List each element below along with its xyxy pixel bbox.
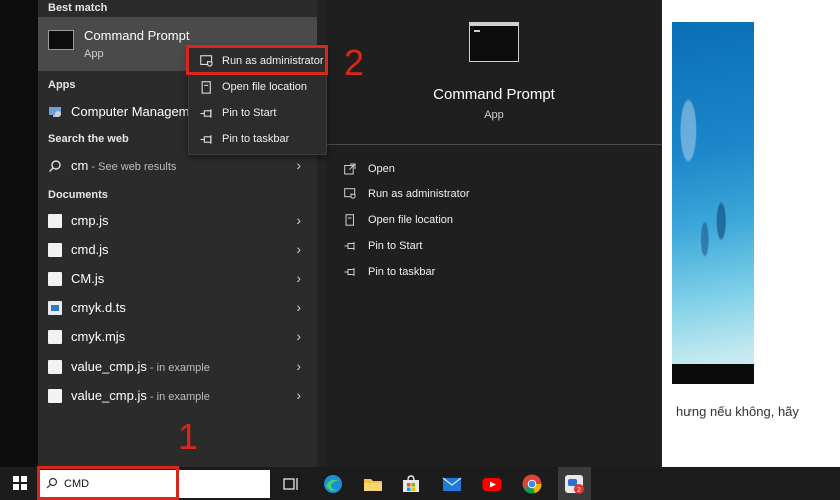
detail-subtitle: App	[484, 109, 504, 121]
best-match-title: Command Prompt	[84, 28, 190, 43]
zalo-app-icon[interactable]: 2	[563, 473, 585, 495]
chevron-right-icon: ›	[296, 387, 301, 403]
command-prompt-large-icon	[469, 22, 519, 62]
pin-icon	[344, 242, 355, 250]
document-item[interactable]: value_cmp.js - in example ›	[38, 382, 317, 410]
task-view-icon[interactable]	[280, 473, 302, 495]
computer-management-icon	[49, 107, 61, 117]
file-location-icon	[201, 81, 211, 94]
file-location-icon	[345, 214, 354, 226]
youtube-icon[interactable]	[481, 473, 503, 495]
detail-title: Command Prompt	[433, 86, 555, 103]
chevron-right-icon: ›	[296, 328, 301, 344]
run-as-admin-highlight-box	[186, 45, 328, 75]
ctx-label: Pin to Start	[222, 107, 277, 119]
document-icon	[48, 330, 62, 344]
microsoft-store-icon[interactable]	[400, 473, 422, 495]
detail-divider	[326, 144, 662, 145]
document-name: cmyk.mjs	[71, 329, 126, 344]
shield-icon	[344, 188, 356, 199]
chevron-right-icon: ›	[296, 157, 301, 173]
document-item[interactable]: cmd.js ›	[38, 236, 317, 264]
ctx-label: Pin to taskbar	[222, 133, 290, 145]
document-icon	[48, 243, 62, 257]
document-item[interactable]: cmyk.d.ts ›	[38, 294, 317, 322]
typescript-file-icon	[48, 301, 62, 315]
result-detail-panel	[326, 0, 662, 467]
web-search-result[interactable]: cm - See web results ›	[38, 152, 317, 180]
document-item[interactable]: cmyk.mjs ›	[38, 323, 317, 351]
pin-icon	[200, 135, 212, 144]
step-1-annotation: 1	[178, 416, 199, 457]
document-name: cmyk.d.ts	[71, 300, 126, 315]
document-name: value_cmp.js	[71, 388, 147, 403]
background-beach-image	[672, 22, 754, 384]
action-label: Open file location	[368, 214, 453, 226]
chevron-right-icon: ›	[296, 270, 301, 286]
ctx-pin-to-start[interactable]: Pin to Start	[189, 101, 328, 127]
mail-icon[interactable]	[441, 473, 463, 495]
chevron-right-icon: ›	[296, 212, 301, 228]
apps-heading: Apps	[48, 79, 76, 91]
document-icon	[48, 272, 62, 286]
document-location: - in example	[146, 362, 210, 374]
left-frame	[0, 0, 38, 467]
ctx-open-file-location[interactable]: Open file location	[189, 75, 328, 101]
web-suffix: - See web results	[88, 161, 177, 173]
action-label: Pin to Start	[368, 240, 423, 252]
document-location: - in example	[146, 391, 210, 403]
background-image-caption-bar	[672, 364, 754, 384]
action-label: Run as administrator	[368, 188, 470, 200]
background-page-text: hưng nếu không, hãy	[676, 404, 799, 419]
document-item[interactable]: cmp.js ›	[38, 207, 317, 235]
step-2-annotation: 2	[344, 42, 365, 83]
chevron-right-icon: ›	[296, 241, 301, 257]
action-label: Open	[368, 163, 395, 175]
document-name: CM.js	[71, 271, 105, 286]
document-item[interactable]: CM.js ›	[38, 265, 317, 293]
ctx-label: Open file location	[222, 81, 307, 93]
document-item[interactable]: value_cmp.js - in example ›	[38, 353, 317, 381]
documents-heading: Documents	[48, 189, 108, 201]
action-label: Pin to taskbar	[368, 266, 436, 278]
search-web-heading: Search the web	[48, 133, 129, 145]
search-icon	[49, 160, 61, 172]
app-label: Computer Manageme	[71, 104, 197, 119]
windows-start-icon[interactable]	[13, 476, 27, 490]
document-name: cmd.js	[71, 242, 109, 257]
notification-badge: 2	[577, 487, 581, 494]
web-query: cm	[71, 158, 89, 173]
document-icon	[48, 214, 62, 228]
pin-icon	[344, 268, 355, 276]
document-icon	[48, 389, 62, 403]
file-explorer-icon[interactable]	[362, 473, 384, 495]
edge-browser-icon[interactable]	[322, 473, 344, 495]
document-name: value_cmp.js	[71, 359, 147, 374]
open-icon	[344, 163, 356, 175]
best-match-heading: Best match	[48, 2, 108, 14]
document-name: cmp.js	[71, 213, 109, 228]
chevron-right-icon: ›	[296, 299, 301, 315]
pin-icon	[200, 109, 212, 118]
search-highlight-box	[37, 466, 179, 500]
ctx-pin-to-taskbar[interactable]: Pin to taskbar	[189, 127, 328, 153]
command-prompt-icon	[48, 30, 74, 50]
document-icon	[48, 360, 62, 374]
best-match-subtitle: App	[84, 48, 104, 60]
chrome-browser-icon[interactable]	[521, 473, 543, 495]
chevron-right-icon: ›	[296, 358, 301, 374]
